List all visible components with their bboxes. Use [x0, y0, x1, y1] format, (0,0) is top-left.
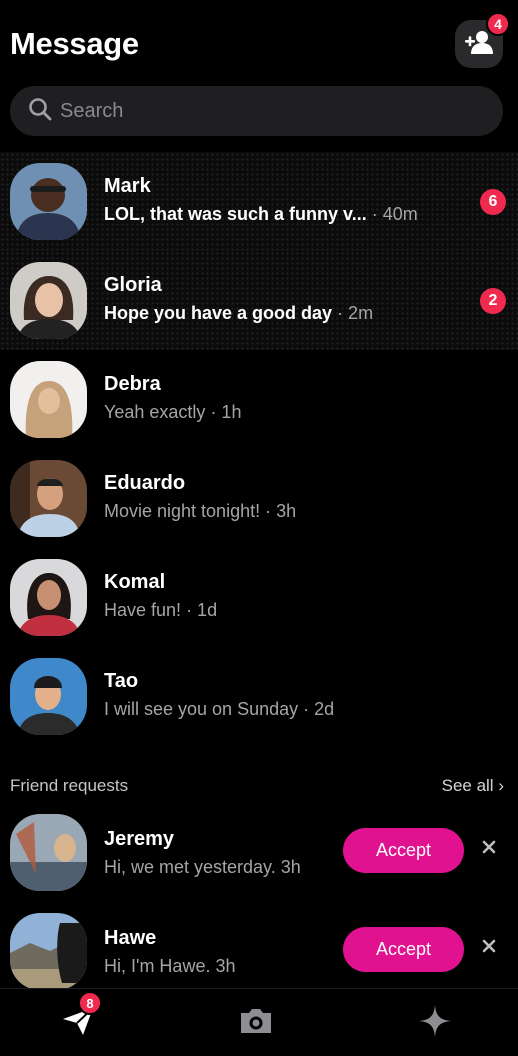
request-message: Hi, I'm Hawe. 3h	[104, 956, 236, 977]
message-text: I will see you on Sunday	[104, 699, 299, 719]
conversation-debra[interactable]: Debra Yeah exactly · 1h	[0, 350, 518, 449]
messages-badge: 8	[78, 991, 102, 1015]
sparkle-icon	[418, 1004, 452, 1043]
message-time: · 2m	[337, 303, 374, 323]
bottom-nav: 8	[0, 988, 518, 1056]
last-message: Yeah exactly · 1h	[104, 402, 241, 423]
nav-messages[interactable]: 8	[56, 991, 102, 1045]
dismiss-button[interactable]	[478, 937, 500, 959]
close-icon	[482, 939, 496, 958]
avatar	[10, 658, 87, 735]
last-message: Movie night tonight! · 3h	[104, 501, 296, 522]
section-title: Friend requests	[10, 776, 129, 795]
last-message: LOL, that was such a funny v... · 40m	[104, 204, 418, 225]
header: Message 4	[0, 0, 518, 88]
see-all-link[interactable]: See all ›	[442, 776, 504, 796]
contact-name: Debra	[104, 373, 161, 395]
friend-requests-header: Friend requests See all ›	[10, 776, 504, 798]
message-text: Have fun!	[104, 600, 182, 620]
search-icon	[28, 97, 52, 126]
close-icon	[482, 840, 496, 859]
avatar	[10, 163, 87, 240]
camera-icon	[238, 1006, 274, 1041]
accept-button[interactable]: Accept	[343, 927, 464, 972]
contact-name: Eduardo	[104, 472, 186, 494]
contact-name: Komal	[104, 571, 166, 593]
contact-name: Gloria	[104, 274, 162, 296]
unread-count-badge: 6	[480, 189, 506, 215]
search-input[interactable]	[60, 99, 460, 123]
message-time: · 40m	[371, 204, 418, 224]
chevron-right-icon: ›	[498, 776, 504, 795]
avatar	[10, 361, 87, 438]
accept-button[interactable]: Accept	[343, 828, 464, 873]
last-message: Hope you have a good day · 2m	[104, 303, 373, 324]
conversation-tao[interactable]: Tao I will see you on Sunday · 2d	[0, 647, 518, 746]
message-time: · 2d	[303, 699, 335, 719]
avatar[interactable]	[10, 814, 87, 891]
unread-count-badge: 2	[480, 288, 506, 314]
message-text: Movie night tonight!	[104, 501, 261, 521]
message-time: 3h	[280, 857, 301, 877]
message-text: Hi, I'm Hawe.	[104, 956, 211, 976]
avatar	[10, 460, 87, 537]
friend-request-jeremy: Jeremy Hi, we met yesterday. 3h Accept	[0, 810, 518, 909]
message-text: Hi, we met yesterday.	[104, 857, 276, 877]
avatar	[10, 262, 87, 339]
search-bar[interactable]	[10, 86, 503, 136]
contact-name: Mark	[104, 175, 151, 197]
contact-name: Jeremy	[104, 828, 175, 850]
nav-camera[interactable]	[234, 1001, 278, 1045]
last-message: I will see you on Sunday · 2d	[104, 699, 334, 720]
conversation-eduardo[interactable]: Eduardo Movie night tonight! · 3h	[0, 449, 518, 548]
message-text: LOL, that was such a funny v...	[104, 204, 367, 224]
dismiss-button[interactable]	[478, 838, 500, 860]
message-time: 3h	[215, 956, 236, 976]
page-title: Message	[10, 26, 139, 61]
add-friend-button[interactable]: 4	[455, 12, 510, 68]
message-text: Hope you have a good day	[104, 303, 333, 323]
contact-name: Tao	[104, 670, 139, 692]
avatar[interactable]	[10, 913, 87, 990]
conversation-mark[interactable]: Mark LOL, that was such a funny v... · 4…	[0, 152, 518, 251]
add-friend-badge: 4	[486, 12, 510, 36]
last-message: Have fun! · 1d	[104, 600, 217, 621]
contact-name: Hawe	[104, 927, 157, 949]
message-text: Yeah exactly	[104, 402, 206, 422]
see-all-label: See all	[441, 776, 494, 795]
request-message: Hi, we met yesterday. 3h	[104, 857, 301, 878]
conversation-komal[interactable]: Komal Have fun! · 1d	[0, 548, 518, 647]
conversation-gloria[interactable]: Gloria Hope you have a good day · 2m 2	[0, 251, 518, 350]
message-time: · 1h	[210, 402, 242, 422]
message-time: · 1d	[186, 600, 218, 620]
avatar	[10, 559, 87, 636]
nav-discover[interactable]	[413, 1001, 457, 1045]
message-time: · 3h	[265, 501, 297, 521]
